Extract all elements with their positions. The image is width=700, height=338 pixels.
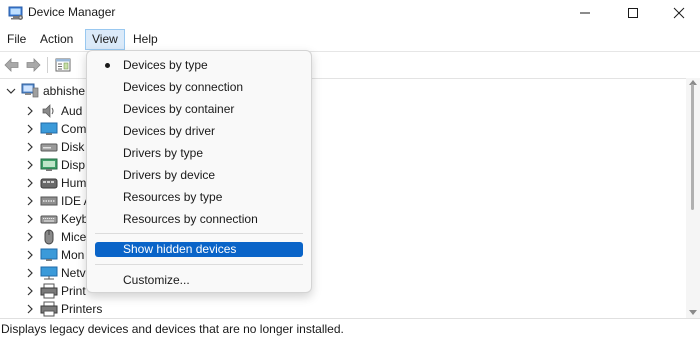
menu-item-label: Devices by container: [123, 102, 235, 116]
title-bar: Device Manager: [0, 0, 700, 26]
back-arrow-icon[interactable]: [3, 56, 21, 74]
properties-icon[interactable]: [54, 56, 72, 74]
minimize-icon: [580, 12, 590, 14]
menu-item-devices-by-type[interactable]: Devices by type: [95, 57, 303, 73]
maximize-button[interactable]: [610, 0, 656, 26]
menu-item-show-hidden-devices[interactable]: Show hidden devices: [95, 242, 303, 257]
vertical-scrollbar[interactable]: [686, 78, 700, 318]
scroll-down-icon[interactable]: [689, 310, 697, 316]
menu-bar: File Action View Help: [0, 27, 700, 51]
selected-bullet-icon: [105, 63, 110, 68]
close-icon: [673, 7, 685, 19]
menu-item-drivers-by-device[interactable]: Drivers by device: [95, 167, 303, 183]
minimize-button[interactable]: [562, 0, 608, 26]
menu-separator: [95, 233, 303, 234]
menu-item-devices-by-driver[interactable]: Devices by driver: [95, 123, 303, 139]
menu-item-resources-by-type[interactable]: Resources by type: [95, 189, 303, 205]
chevron-down-icon[interactable]: [5, 85, 17, 97]
menu-item-devices-by-connection[interactable]: Devices by connection: [95, 79, 303, 95]
tree-root-label: abhishe: [43, 84, 86, 98]
menu-item-label: Devices by connection: [123, 80, 244, 94]
scroll-thumb[interactable]: [691, 84, 694, 210]
close-button[interactable]: [656, 0, 700, 26]
chevron-right-icon[interactable]: [24, 267, 36, 279]
disk-drive-icon: [40, 143, 58, 152]
menu-item-label: Resources by type: [123, 190, 223, 204]
tree-item-label: Mice: [61, 230, 87, 244]
forward-arrow-icon[interactable]: [24, 56, 42, 74]
tree-item-label: Com: [61, 122, 87, 136]
chevron-right-icon[interactable]: [24, 249, 36, 261]
menu-item-label: Customize...: [123, 273, 190, 287]
chevron-right-icon[interactable]: [24, 231, 36, 243]
chevron-right-icon[interactable]: [24, 213, 36, 225]
tree-item[interactable]: Printers: [24, 299, 114, 319]
menu-item-label: Devices by driver: [123, 124, 216, 138]
menu-separator: [95, 264, 303, 265]
chevron-right-icon[interactable]: [24, 195, 36, 207]
chevron-right-icon[interactable]: [24, 159, 36, 171]
chevron-right-icon[interactable]: [24, 105, 36, 117]
toolbar-separator: [47, 57, 48, 73]
ide-icon: [40, 196, 58, 206]
chevron-right-icon[interactable]: [24, 177, 36, 189]
network-icon: [40, 266, 58, 280]
printer-icon: [40, 283, 58, 299]
menu-file[interactable]: File: [1, 29, 32, 50]
menu-item-label: Show hidden devices: [123, 242, 237, 256]
menu-item-resources-by-connection[interactable]: Resources by connection: [95, 211, 303, 227]
speaker-icon: [42, 104, 54, 118]
chevron-right-icon[interactable]: [24, 303, 36, 315]
mouse-icon: [44, 229, 54, 245]
printer-icon: [40, 301, 58, 317]
hid-icon: [40, 178, 58, 189]
chevron-right-icon[interactable]: [24, 285, 36, 297]
display-adapter-icon: [40, 158, 58, 171]
tree-item-label: Mon: [61, 248, 85, 262]
chevron-right-icon[interactable]: [24, 123, 36, 135]
menu-item-label: Drivers by device: [123, 168, 216, 182]
monitor-icon: [40, 248, 58, 261]
tree-item-label: Keyb: [61, 212, 89, 226]
menu-item-drivers-by-type[interactable]: Drivers by type: [95, 145, 303, 161]
menu-item-label: Drivers by type: [123, 146, 204, 160]
menu-item-label: Resources by connection: [123, 212, 258, 226]
view-menu-dropdown: Devices by type Devices by connection De…: [86, 50, 312, 293]
status-bar: Displays legacy devices and devices that…: [0, 318, 700, 338]
menu-action[interactable]: Action: [34, 29, 79, 50]
tree-item-label: Disk: [61, 140, 85, 154]
monitor-icon: [40, 122, 58, 135]
tree-item-label: Netv: [61, 266, 86, 280]
tree-item-label: Hum: [61, 176, 87, 190]
maximize-icon: [628, 8, 638, 18]
tree-item-label: Aud: [61, 104, 83, 118]
tree-item-label: Disp: [61, 158, 86, 172]
menu-help[interactable]: Help: [127, 29, 164, 50]
menu-view[interactable]: View: [85, 29, 125, 50]
device-manager-icon: [8, 6, 23, 20]
tree-item-label: Printers: [61, 302, 103, 316]
status-text: Displays legacy devices and devices that…: [1, 322, 344, 336]
computer-icon: [21, 83, 39, 98]
menu-item-customize[interactable]: Customize...: [95, 272, 303, 288]
menu-item-devices-by-container[interactable]: Devices by container: [95, 101, 303, 117]
chevron-right-icon[interactable]: [24, 141, 36, 153]
keyboard-icon: [40, 215, 58, 224]
window-title: Device Manager: [28, 5, 116, 19]
menu-item-label: Devices by type: [123, 58, 208, 72]
tree-item-label: Print: [61, 284, 86, 298]
